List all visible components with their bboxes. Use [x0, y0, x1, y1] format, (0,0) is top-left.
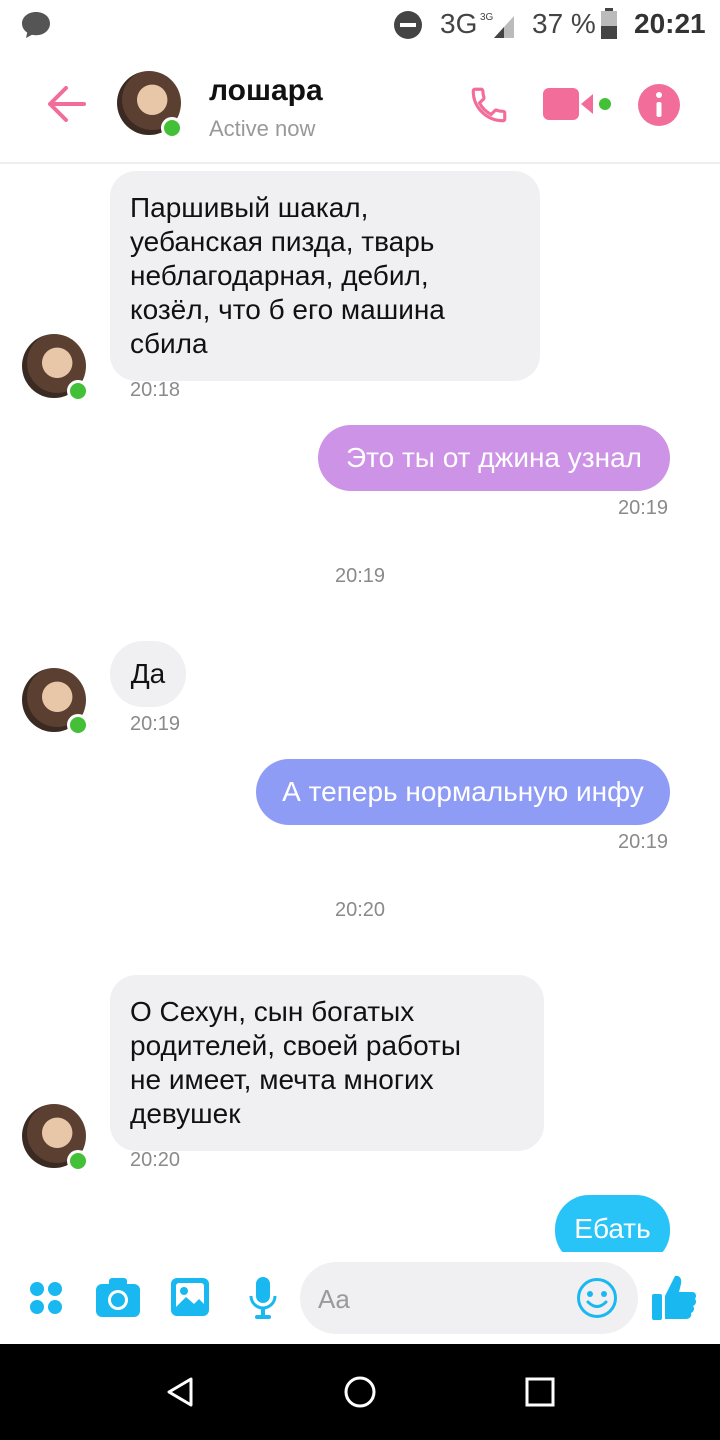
- signal-icon: 3G: [480, 12, 514, 38]
- contact-name[interactable]: лошара: [209, 74, 323, 108]
- android-navigation-bar: [0, 1344, 720, 1440]
- message-line: родителей, своей работы: [130, 1030, 461, 1061]
- incoming-message-bubble[interactable]: О Сехун, сын богатых родителей, своей ра…: [110, 975, 544, 1151]
- message-text: Ебать: [574, 1213, 651, 1244]
- message-line: неблагодарная, дебил,: [130, 260, 429, 291]
- contact-status: Active now: [209, 116, 316, 141]
- message-time: 20:20: [130, 1149, 181, 1171]
- clock: 20:21: [634, 8, 706, 39]
- time-separator: 20:20: [334, 899, 386, 921]
- time-separator: 20:19: [334, 565, 386, 587]
- outgoing-message-bubble[interactable]: Это ты от джина узнал: [318, 425, 670, 491]
- do-not-disturb-icon: [394, 11, 422, 39]
- nav-back-icon[interactable]: [165, 1376, 195, 1408]
- online-indicator: [67, 714, 89, 736]
- message-line: девушек: [130, 1098, 241, 1129]
- incoming-message-bubble[interactable]: Да: [110, 641, 186, 707]
- more-apps-icon[interactable]: [28, 1280, 64, 1316]
- message-line: уебанская пизда, тварь: [130, 226, 435, 257]
- message-time: 20:18: [130, 379, 181, 401]
- online-indicator: [67, 380, 89, 402]
- message-line: сбила: [130, 328, 208, 359]
- thumbs-up-icon[interactable]: [650, 1272, 698, 1322]
- message-line: не имеет, мечта многих: [130, 1064, 434, 1095]
- back-arrow-icon[interactable]: [44, 84, 88, 124]
- outgoing-message-bubble[interactable]: А теперь нормальную инфу: [256, 759, 670, 825]
- message-time: 20:19: [618, 831, 669, 853]
- message-text: Да: [130, 658, 166, 689]
- camera-icon[interactable]: [95, 1276, 141, 1318]
- incoming-message-bubble[interactable]: Паршивый шакал, уебанская пизда, тварь н…: [110, 171, 540, 381]
- messenger-notification-icon: [22, 12, 50, 38]
- online-indicator: [67, 1150, 89, 1172]
- svg-text:3G: 3G: [480, 12, 494, 23]
- emoji-icon[interactable]: [576, 1277, 618, 1319]
- nav-recents-icon[interactable]: [525, 1377, 555, 1407]
- video-call-icon[interactable]: [543, 86, 615, 122]
- chat-header: лошара Active now: [0, 50, 720, 164]
- network-type: 3G: [440, 8, 478, 39]
- message-input-placeholder: Aa: [318, 1284, 350, 1314]
- battery-icon: [601, 8, 617, 39]
- message-text: Это ты от джина узнал: [345, 442, 642, 473]
- message-line: Паршивый шакал,: [130, 192, 369, 223]
- battery-percent: 37 %: [532, 8, 596, 39]
- info-icon[interactable]: [637, 83, 681, 127]
- message-line: О Сехун, сын богатых: [130, 996, 415, 1027]
- message-line: козёл, что б его машина: [130, 294, 445, 325]
- online-indicator: [161, 117, 183, 139]
- message-time: 20:19: [618, 497, 669, 519]
- phone-call-icon[interactable]: [468, 84, 510, 126]
- message-text: А теперь нормальную инфу: [282, 776, 644, 807]
- microphone-icon[interactable]: [248, 1276, 278, 1320]
- gallery-image-icon[interactable]: [170, 1277, 210, 1317]
- message-time: 20:19: [130, 713, 181, 735]
- status-bar: 3G 3G 37 % 20:21: [0, 0, 720, 50]
- nav-home-icon[interactable]: [343, 1375, 377, 1409]
